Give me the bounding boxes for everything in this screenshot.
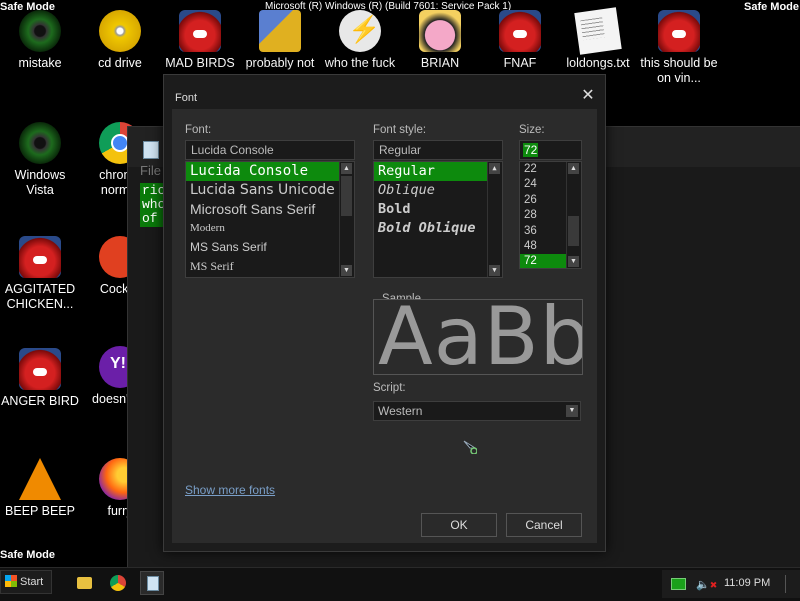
dialog-title: Font [175,92,198,104]
desktop-icon-windows-vista[interactable]: Windows Vista [0,122,80,198]
size-label: Size: [519,124,545,136]
size-list[interactable]: 22 24 26 28 36 48 72 ▲ ▼ [519,161,582,269]
pig-icon [419,10,461,52]
disc-icon [19,10,61,52]
desktop-icon-beep-beep[interactable]: BEEP BEEP [0,458,80,519]
notepad-menu-file[interactable]: File [140,163,161,178]
desktop-icon-brian[interactable]: BRIAN [400,10,480,71]
list-item[interactable]: Bold Oblique [374,219,502,238]
windows-logo-icon [5,575,17,587]
taskbar-notepad[interactable] [140,571,164,595]
close-icon[interactable]: ✕ [580,88,596,104]
size-input[interactable]: 72 [519,140,582,160]
folder-icon [77,577,92,589]
cd-icon [99,10,141,52]
angry-bird-icon [179,10,221,52]
cancel-button[interactable]: Cancel [506,513,582,537]
font-style-scrollbar[interactable]: ▲ ▼ [487,162,502,277]
taskbar-explorer[interactable] [72,571,96,595]
font-name-input[interactable]: Lucida Console [185,140,355,160]
angry-bird-icon [19,236,61,278]
script-select[interactable]: Western ▼ [373,401,581,421]
taskbar: Start 🔈✖ 11:09 PM [0,567,800,601]
list-item[interactable]: Modern [186,219,354,238]
recycle-icon [19,122,61,164]
notepad-icon [143,141,159,159]
font-style-input[interactable]: Regular [373,140,503,160]
scroll-down-icon[interactable]: ▼ [568,256,579,267]
list-item[interactable]: MS Sans Serif [186,238,354,257]
gears-icon [259,10,301,52]
angry-bird-icon [19,348,61,390]
angry-bird-icon [499,10,541,52]
desktop-icon-probably-not[interactable]: probably not [240,10,320,71]
desktop-icon-fnaf[interactable]: FNAF [480,10,560,71]
font-label: Font: [185,124,212,136]
lightning-icon [339,10,381,52]
font-dialog[interactable]: Font ✕ Font: Lucida Console Lucida Conso… [163,74,606,552]
system-tray: 🔈✖ 11:09 PM [662,570,800,598]
desktop-icon-loldongs[interactable]: loldongs.txt [558,7,638,71]
desktop-icon-mistake[interactable]: mistake [0,10,80,71]
list-item[interactable]: Oblique [374,181,502,200]
list-item[interactable]: Lucida Sans Unicode [186,181,354,200]
scroll-down-icon[interactable]: ▼ [341,265,352,276]
font-style-list[interactable]: Regular Oblique Bold Bold Oblique ▲ ▼ [373,161,503,278]
start-button[interactable]: Start [0,570,52,594]
dialog-body: Font: Lucida Console Lucida Console Luci… [172,109,597,543]
show-more-fonts-link[interactable]: Show more fonts [185,483,275,497]
scroll-thumb[interactable] [341,176,352,216]
desktop-icon-this-should[interactable]: this should be on vin... [639,10,719,86]
desktop-icon-mad-birds[interactable]: MAD BIRDS [160,10,240,71]
desktop-icon-cd-drive[interactable]: cd drive [80,10,160,71]
script-select-value: Western [378,404,423,418]
size-list-scrollbar[interactable]: ▲ ▼ [566,162,581,268]
font-list[interactable]: Lucida Console Lucida Sans Unicode Micro… [185,161,355,278]
chevron-down-icon: ▼ [566,405,578,417]
scroll-up-icon[interactable]: ▲ [341,163,352,174]
chrome-icon [110,575,126,591]
list-item[interactable]: Lucida Console [186,162,354,181]
ok-button[interactable]: OK [421,513,497,537]
desktop-icon-who-the[interactable]: who the fuck [320,10,400,71]
scroll-down-icon[interactable]: ▼ [489,265,500,276]
angry-bird-icon [658,10,700,52]
volume-muted-icon[interactable]: 🔈✖ [696,578,717,591]
script-label: Script: [373,382,406,394]
desktop-icon-aggitated-chicken[interactable]: AGGITATED CHICKEN... [0,236,80,312]
text-file-icon [574,7,622,55]
taskbar-chrome[interactable] [106,571,130,595]
show-desktop-button[interactable] [785,575,794,593]
scroll-up-icon[interactable]: ▲ [568,163,579,174]
network-icon[interactable] [671,578,686,590]
size-input-value: 72 [523,143,539,157]
list-item[interactable]: Microsoft Sans Serif [186,200,354,219]
clock[interactable]: 11:09 PM [724,577,770,589]
list-item[interactable]: MS Serif [186,257,354,276]
safe-mode-label-top-right: Safe Mode [743,1,799,13]
font-list-scrollbar[interactable]: ▲ ▼ [339,162,354,277]
scroll-thumb[interactable] [568,216,579,246]
notepad-icon [147,576,159,591]
safe-mode-label-bottom-left: Safe Mode [0,549,56,561]
list-item[interactable]: Regular [374,162,502,181]
scroll-up-icon[interactable]: ▲ [489,163,500,174]
vlc-icon [19,458,61,500]
sample-preview: AaBb [373,299,583,375]
busy-cursor-icon [463,440,477,454]
list-item[interactable]: Bold [374,200,502,219]
font-style-label: Font style: [373,124,427,136]
desktop-icon-anger-bird[interactable]: ANGER BIRD [0,348,80,409]
sample-text: AaBb [378,299,583,375]
